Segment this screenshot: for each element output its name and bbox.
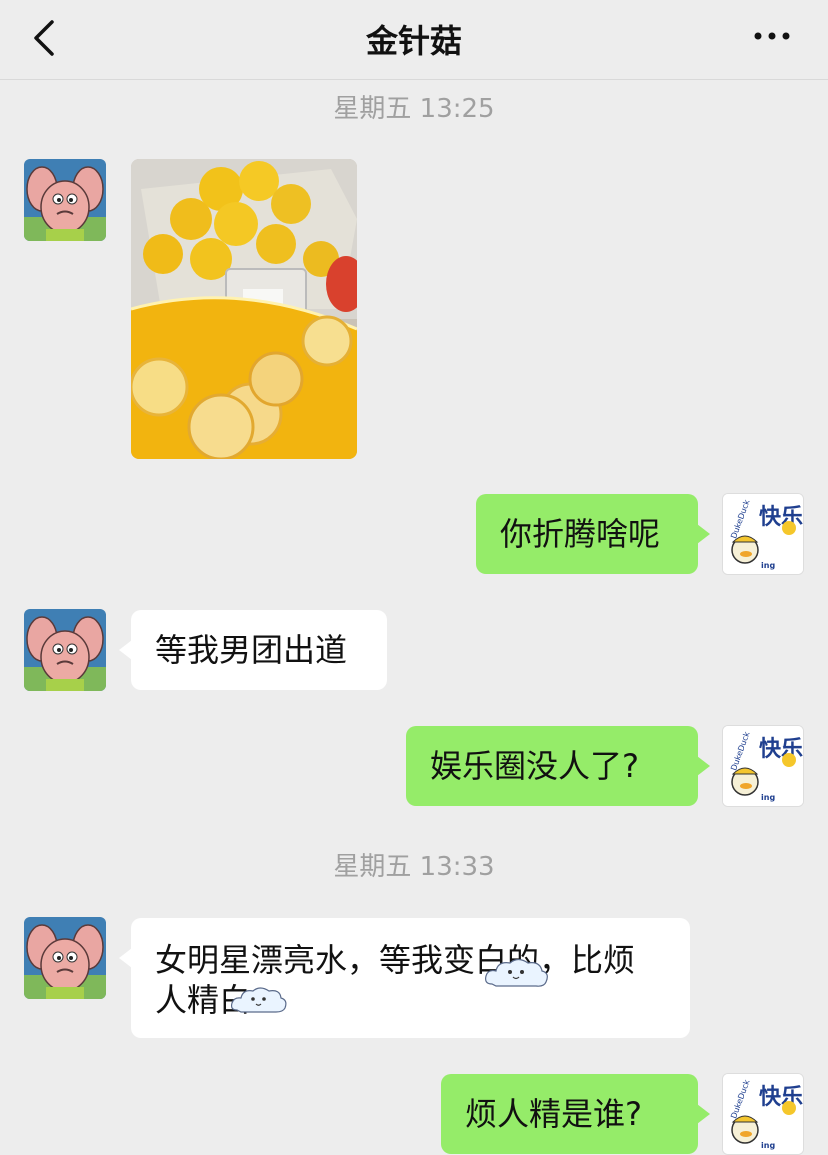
avatar-contact[interactable]	[24, 609, 106, 691]
image-message[interactable]	[131, 159, 357, 459]
message-bubble-outgoing[interactable]: 娱乐圈没人了?	[406, 726, 710, 806]
message-bubble-outgoing[interactable]: 你折腾啥呢	[476, 494, 710, 574]
duck-avatar-icon: DukeDuck 快乐 ing	[723, 726, 803, 806]
message-text: 你折腾啥呢	[500, 515, 661, 553]
avatar-contact[interactable]	[24, 917, 106, 999]
timestamp: 星期五 13:25	[333, 94, 495, 124]
message-text-line: 女明星漂亮水，等我变白的，比烦	[155, 941, 636, 979]
chat-title: 金针菇	[365, 22, 462, 60]
message-bubble-outgoing[interactable]: 烦人精是谁?	[441, 1074, 710, 1154]
lemon-photo	[131, 159, 357, 459]
message-bubble-incoming[interactable]: 女明星漂亮水，等我变白的，比烦 人精白	[119, 918, 690, 1038]
avatar-contact[interactable]	[24, 159, 106, 241]
message-text: 等我男团出道	[155, 631, 348, 669]
more-dots-icon[interactable]	[752, 26, 792, 46]
duck-avatar-icon: DukeDuck 快乐 ing	[723, 1074, 803, 1154]
avatar-big-text: 快乐	[759, 737, 803, 762]
cloud-sticker-icon	[230, 987, 287, 1013]
patrick-avatar-icon	[24, 609, 106, 691]
message-bubble-incoming[interactable]: 等我男团出道	[119, 610, 387, 690]
message-text: 娱乐圈没人了?	[430, 747, 639, 785]
duck-avatar-icon: DukeDuck 快乐 ing	[723, 494, 803, 574]
timestamp: 星期五 13:33	[333, 852, 495, 882]
patrick-avatar-icon	[24, 159, 106, 241]
avatar-small-text: ing	[761, 793, 775, 802]
avatar-big-text: 快乐	[759, 505, 803, 530]
avatar-self[interactable]: DukeDuck 快乐 ing	[722, 725, 804, 807]
avatar-small-text: ing	[761, 1141, 775, 1150]
patrick-avatar-icon	[24, 917, 106, 999]
avatar-big-text: 快乐	[759, 1085, 803, 1110]
cloud-sticker-icon	[485, 958, 548, 987]
message-text: 烦人精是谁?	[465, 1095, 642, 1133]
avatar-self[interactable]: DukeDuck 快乐 ing	[722, 493, 804, 575]
chat-header: 金针菇	[0, 0, 828, 80]
avatar-self[interactable]: DukeDuck 快乐 ing	[722, 1073, 804, 1155]
avatar-small-text: ing	[761, 561, 775, 570]
